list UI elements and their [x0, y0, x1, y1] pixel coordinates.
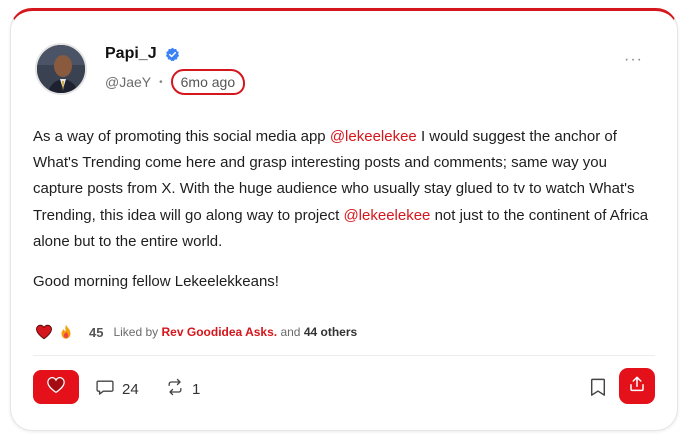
liked-by-prefix: Liked by	[113, 325, 159, 339]
reactions-row[interactable]: 45 Liked by Rev Goodidea Asks. and 44 ot…	[35, 323, 357, 341]
repost-button[interactable]: 1	[165, 377, 200, 401]
comment-icon	[95, 377, 115, 401]
author-name[interactable]: Papi_J	[105, 45, 180, 63]
liked-by-summary[interactable]: Liked by Rev Goodidea Asks. and 44 other…	[113, 325, 357, 339]
author-handle[interactable]: @JaeY	[105, 74, 151, 90]
comment-count: 24	[122, 380, 139, 398]
liked-by-user-link[interactable]: Rev Goodidea Asks.	[162, 325, 278, 339]
like-button[interactable]	[33, 370, 79, 404]
heart-eyes-emoji-icon	[35, 323, 53, 341]
divider	[33, 355, 655, 356]
verified-badge-icon	[165, 47, 180, 62]
bookmark-icon	[589, 378, 607, 401]
post-card: Papi_J @JaeY • 6mo ago ··· As a way of p…	[10, 8, 678, 431]
share-upload-icon	[628, 375, 646, 398]
post-text-segment: As a way of promoting this social media …	[33, 128, 330, 145]
bookmark-button[interactable]	[589, 377, 607, 402]
liked-by-and: and	[280, 325, 301, 339]
post-body: As a way of promoting this social media …	[33, 124, 659, 255]
avatar[interactable]	[35, 43, 87, 95]
meta-separator: •	[159, 76, 163, 88]
post-greeting: Good morning fellow Lekeelekkeans!	[33, 273, 279, 290]
post-timestamp[interactable]: 6mo ago	[170, 69, 246, 95]
share-button[interactable]	[619, 368, 655, 404]
mention-link[interactable]: @lekeelekee	[343, 207, 430, 224]
repost-icon	[165, 377, 185, 401]
author-name-label[interactable]: Papi_J	[105, 45, 157, 63]
mention-link[interactable]: @lekeelekee	[330, 128, 417, 145]
heart-icon	[46, 376, 66, 399]
liked-by-others-link[interactable]: 44 others	[304, 325, 357, 339]
author-meta: @JaeY • 6mo ago	[105, 69, 246, 95]
reactions-count: 45	[89, 324, 104, 340]
repost-count: 1	[192, 380, 201, 398]
fire-emoji-icon	[57, 323, 75, 341]
comment-button[interactable]: 24	[95, 377, 139, 401]
more-options-button[interactable]: ···	[624, 51, 643, 69]
